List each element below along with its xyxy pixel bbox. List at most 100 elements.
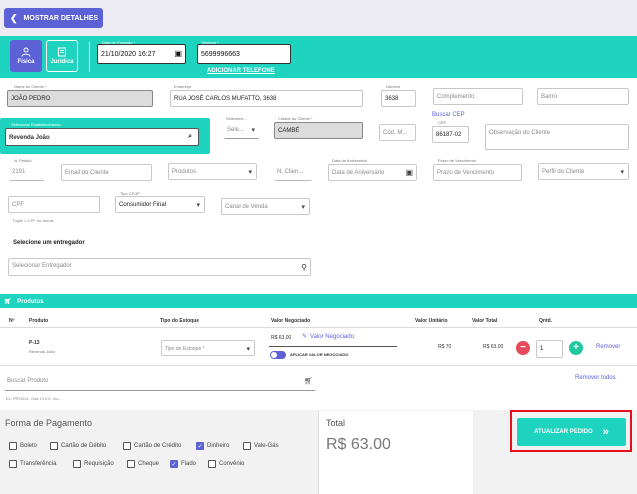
products-select[interactable]: Produtos (168, 163, 257, 180)
payment-option-debit[interactable]: Cartão de Débito (50, 442, 106, 450)
juridica-label: Jurídica (50, 59, 74, 65)
checkbox-checked[interactable]: ✓ (196, 442, 204, 450)
payment-option-cash[interactable]: ✓ Dinheiro (196, 442, 229, 450)
payment-option-transfer[interactable]: Transferência (9, 460, 56, 468)
col-stock-type: Tipo do Estoque (160, 318, 200, 324)
remove-product-link[interactable]: Remover (596, 344, 620, 350)
establishment-label: Selecionar Estabelecimento (11, 122, 61, 127)
checkbox[interactable] (9, 460, 17, 468)
col-total-value: Valor Total (472, 318, 498, 324)
calendar-icon[interactable]: ▣ (405, 168, 413, 177)
add-phone-link[interactable]: ADICIONAR TELEFONE (207, 68, 275, 74)
phone-field[interactable]: 5699996663 (197, 44, 291, 64)
payment-option-label: Cheque (138, 461, 160, 467)
city-code-field[interactable]: Cód. M... (379, 124, 416, 141)
cep-field[interactable]: 86187-02 (432, 126, 469, 143)
client-notes-field[interactable]: Observação do Cliente (485, 124, 629, 150)
row-divider-line (0, 365, 637, 366)
cep-value: 86187-02 (436, 132, 462, 138)
increase-qty-button[interactable]: + (569, 341, 583, 355)
payment-option-label: Vale-Gás (254, 443, 279, 449)
client-number-field[interactable]: N. Clien... (274, 164, 312, 181)
payment-option-check[interactable]: Cheque (127, 460, 159, 468)
issue-date-value: 21/10/2020 16:27 (101, 51, 156, 58)
stock-type-select[interactable]: Tipo de Estoque * (161, 340, 255, 356)
complement-field[interactable]: Complemento (433, 88, 523, 105)
payment-title: Forma de Pagamento (5, 418, 93, 428)
birthday-label: Data de Aniversário (332, 158, 367, 163)
client-name-field[interactable]: JOÃO PEDRO (7, 90, 153, 107)
total-value-display: R$ 63.00 (326, 436, 391, 453)
checkbox[interactable] (243, 442, 251, 450)
birthday-field[interactable]: Data de Aniversário ▣ (328, 164, 417, 181)
client-number-placeholder: N. Clien... (277, 169, 304, 175)
client-profile-placeholder: Perfil do Cliente (542, 169, 585, 175)
show-details-button[interactable]: ❮ MOSTRAR DETALHES (4, 8, 103, 28)
col-number: Nº (9, 318, 15, 324)
payment-option-requisition[interactable]: Requisição (73, 460, 114, 468)
negotiated-underline (269, 346, 397, 347)
apply-negotiated-label: APLICAR VALOR NEGOCIADO (290, 352, 349, 357)
checkbox[interactable] (123, 442, 131, 450)
checkbox[interactable] (9, 442, 17, 450)
order-number-label: N. Pedido (14, 158, 32, 163)
issue-date-field[interactable]: 21/10/2020 16:27 ▣ (97, 44, 186, 64)
cpf-field[interactable]: CPF (8, 196, 100, 213)
establishment-field[interactable]: Revenda João ⌕ (5, 128, 199, 146)
decrease-qty-button[interactable]: − (516, 341, 530, 355)
payment-option-label: Boleto (20, 443, 38, 449)
sales-channel-select[interactable]: Canal de Venda (221, 198, 310, 215)
neighborhood-placeholder: Bairro (541, 94, 558, 100)
city-value: CAMBÉ (278, 128, 300, 134)
establishment-value: Revenda João (9, 135, 50, 141)
checkbox[interactable] (208, 460, 216, 468)
apply-negotiated-toggle[interactable] (270, 351, 286, 359)
payment-option-boleto[interactable]: Boleto (9, 442, 37, 450)
quantity-input[interactable]: 1 (536, 340, 563, 358)
deliverer-field[interactable]: Selecionar Entregador ⚲ (8, 258, 311, 276)
birthday-placeholder: Data de Aniversário (332, 170, 385, 176)
client-profile-select[interactable]: Perfil do Cliente (538, 163, 629, 180)
payment-option-credit[interactable]: Cartão de Crédito (123, 442, 181, 450)
cart-icon: 🛒︎ (304, 378, 313, 385)
payment-option-vale-gas[interactable]: Vale-Gás (243, 442, 279, 450)
due-date-field[interactable]: Prazo de Vencimento (433, 164, 522, 181)
remove-all-link[interactable]: Remover todos (575, 375, 616, 381)
checkbox[interactable] (127, 460, 135, 468)
calendar-icon: ▣ (174, 49, 182, 58)
city-label: Cidade do Cliente * (278, 116, 313, 121)
payment-option-agreement[interactable]: Convênio (208, 460, 244, 468)
search-product-hint: Ex: PROD01, Gás 13 KG, etc... (6, 396, 62, 401)
number-label: Número (386, 84, 401, 89)
toggle-knob (271, 352, 277, 358)
payment-option-fiado[interactable]: ✓ Fiado (170, 460, 196, 468)
minus-icon: − (520, 342, 526, 353)
person-type-fisica-button[interactable]: Física (10, 40, 42, 72)
number-field[interactable]: 3638 (381, 90, 416, 107)
person-type-juridica-button[interactable]: Jurídica (46, 40, 78, 72)
update-order-button[interactable]: ATUALIZAR PEDIDO » (517, 418, 626, 446)
negotiated-link-label: Valor Negociado (310, 333, 354, 340)
cfop-select[interactable]: Consumidor Final (115, 196, 205, 213)
city-field[interactable]: CAMBÉ (274, 122, 363, 139)
search-icon[interactable]: ⌕ (188, 133, 192, 141)
uf-select[interactable]: Sele... (224, 122, 259, 139)
phone-value: 5699996663 (201, 51, 240, 58)
chevron-left-icon: ❮ (10, 12, 18, 23)
search-cep-link[interactable]: Buscar CEP (432, 112, 465, 118)
address-field[interactable]: RUA JOSÉ CARLOS MUFATTO, 3638 (170, 90, 363, 107)
negotiated-value-link[interactable]: ✎ Valor Negociado (302, 333, 354, 341)
cpf-placeholder: CPF (12, 202, 24, 208)
checkbox-checked[interactable]: ✓ (170, 460, 178, 468)
client-email-field[interactable]: Email do Cliente (61, 164, 152, 181)
checkbox[interactable] (50, 442, 58, 450)
products-placeholder: Produtos (172, 169, 197, 175)
neighborhood-field[interactable]: Bairro (537, 88, 629, 105)
sales-channel-placeholder: Canal de Venda (225, 204, 268, 210)
order-header-bar (0, 36, 637, 78)
person-icon (21, 47, 31, 57)
checkbox[interactable] (73, 460, 81, 468)
search-product-field[interactable]: Buscar Produto 🛒︎ (4, 373, 316, 391)
products-bar: 🛒︎ Produtos (0, 294, 637, 308)
cfop-value: Consumidor Final (119, 202, 167, 208)
